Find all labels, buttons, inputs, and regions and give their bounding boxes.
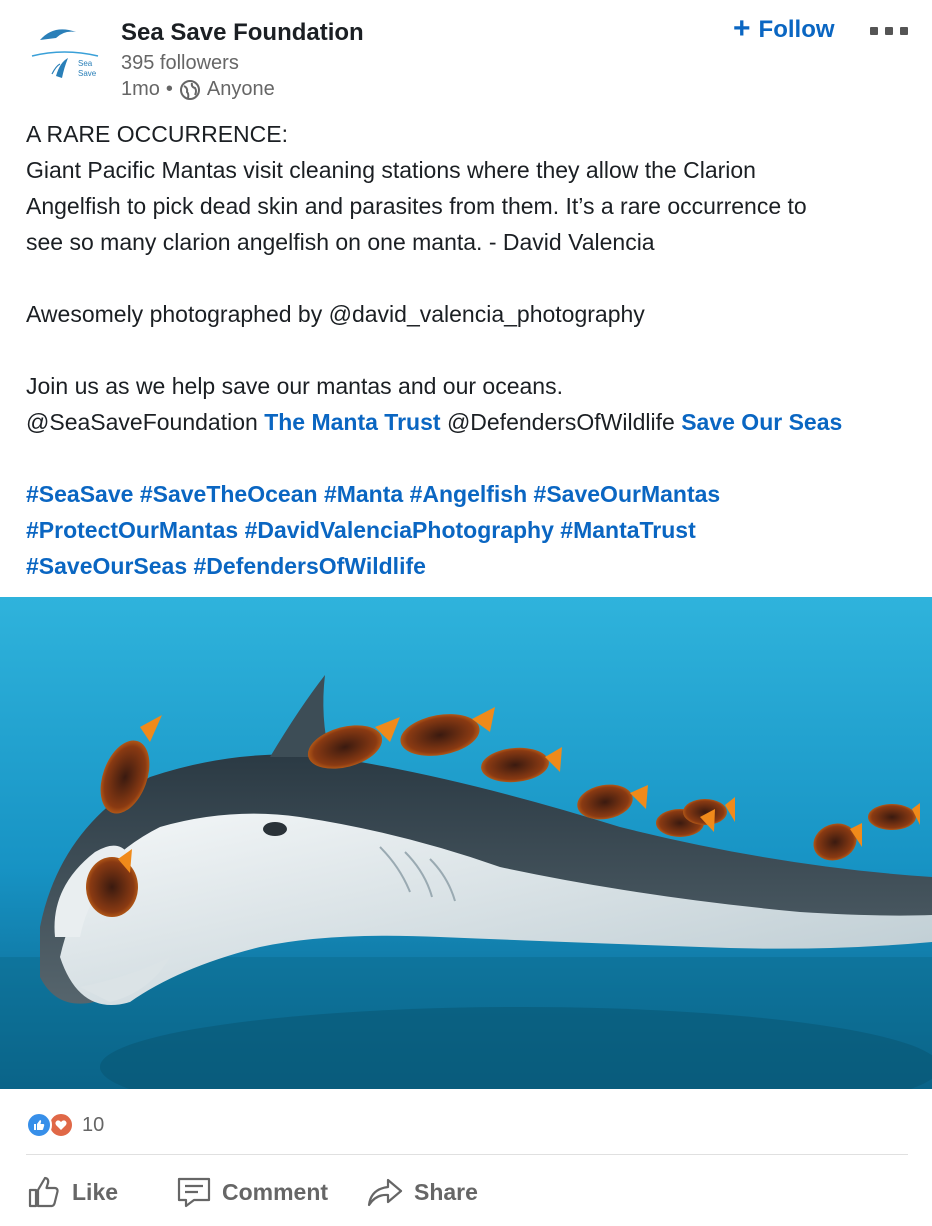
post-text-line: Join us as we help save our mantas and o… — [26, 373, 563, 399]
post-header: Sea Save Sea Save Foundation 395 followe… — [0, 0, 932, 110]
link-save-our-seas[interactable]: Save Our Seas — [681, 409, 842, 435]
hashtag-link[interactable]: #SeaSave — [26, 481, 133, 507]
mention-defenders: @DefendersOfWildlife — [446, 409, 675, 435]
comment-label: Comment — [222, 1178, 329, 1205]
more-dot-icon — [885, 27, 893, 35]
follow-button[interactable]: + Follow — [733, 12, 835, 48]
hashtag-row: #SaveOurSeas #DefendersOfWildlife — [26, 548, 916, 584]
meta-separator: • — [165, 78, 173, 100]
post-text-line: Awesomely photographed by @david_valenci… — [26, 301, 645, 327]
logo-text-sea: Sea — [78, 59, 93, 68]
link-manta-trust[interactable]: The Manta Trust — [264, 409, 440, 435]
social-actions: Like Comment Share — [26, 1166, 478, 1218]
mentions-line: @SeaSaveFoundation The Manta Trust @Defe… — [26, 404, 916, 440]
like-reaction-icon — [26, 1112, 52, 1138]
hashtag-link[interactable]: #SaveOurMantas — [534, 481, 721, 507]
actions-divider — [26, 1154, 908, 1155]
reaction-count: 10 — [82, 1113, 105, 1136]
post-meta: 1mo • Anyone — [121, 78, 275, 101]
post-time: 1mo — [121, 78, 160, 100]
plus-icon: + — [733, 11, 751, 45]
visibility-label: Anyone — [206, 78, 275, 100]
hashtag-link[interactable]: #Angelfish — [410, 481, 528, 507]
hashtag-link[interactable]: #ProtectOurMantas — [26, 517, 238, 543]
share-label: Share — [414, 1178, 478, 1205]
post-text-line: Angelfish to pick dead skin and parasite… — [26, 193, 807, 219]
reactions-summary[interactable]: 10 — [26, 1112, 104, 1138]
logo-text-save: Save — [78, 69, 97, 78]
hashtag-link[interactable]: #DavidValenciaPhotography — [245, 517, 554, 543]
post-body: A RARE OCCURRENCE: Giant Pacific Mantas … — [26, 116, 916, 584]
post-text-line: see so many clarion angelfish on one man… — [26, 229, 655, 255]
more-dot-icon — [870, 27, 878, 35]
thumbs-up-icon — [28, 1176, 59, 1208]
hashtag-link[interactable]: #Manta — [324, 481, 403, 507]
post-text-line: Giant Pacific Mantas visit cleaning stat… — [26, 157, 756, 183]
hashtag-row: #ProtectOurMantas #DavidValenciaPhotogra… — [26, 512, 916, 548]
follower-count: 395 followers — [121, 52, 239, 74]
share-arrow-icon — [367, 1178, 403, 1207]
org-logo[interactable]: Sea Save — [26, 18, 104, 96]
more-options-button[interactable] — [870, 22, 908, 40]
like-button[interactable]: Like — [26, 1174, 176, 1210]
hashtag-link[interactable]: #SaveOurSeas — [26, 553, 187, 579]
hashtag-link[interactable]: #MantaTrust — [560, 517, 695, 543]
post-image[interactable] — [0, 597, 932, 1089]
hashtag-row: #SeaSave #SaveTheOcean #Manta #Angelfish… — [26, 476, 916, 512]
post-text-line: A RARE OCCURRENCE: — [26, 121, 288, 147]
share-button[interactable]: Share — [366, 1174, 478, 1210]
more-dot-icon — [900, 27, 908, 35]
globe-icon — [179, 79, 201, 101]
hashtag-link[interactable]: #SaveTheOcean — [140, 481, 318, 507]
author-name[interactable]: Sea Save Foundation — [121, 19, 364, 47]
follow-label: Follow — [758, 16, 835, 43]
comment-button[interactable]: Comment — [176, 1174, 366, 1210]
hashtag-link[interactable]: #DefendersOfWildlife — [194, 553, 426, 579]
mention-seasave: @SeaSaveFoundation — [26, 409, 258, 435]
like-label: Like — [72, 1178, 119, 1205]
comment-icon — [177, 1177, 211, 1208]
